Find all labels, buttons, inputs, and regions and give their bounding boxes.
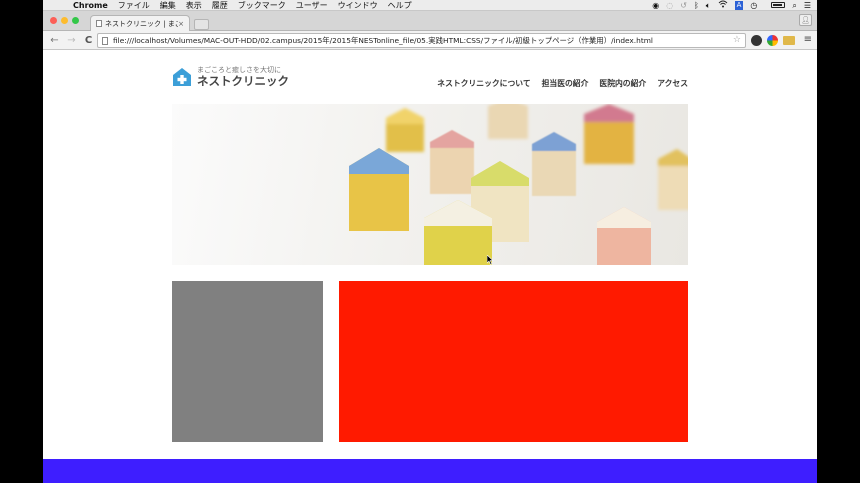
page-info-icon[interactable]: [102, 36, 108, 45]
record-icon[interactable]: ◉: [652, 0, 659, 11]
browser-toolbar: ← → C file:///localhost/Volumes/MAC-OUT-…: [43, 31, 817, 50]
time-machine-icon[interactable]: ↺: [680, 0, 687, 11]
clock-icon[interactable]: ◷: [750, 0, 757, 11]
search-icon[interactable]: ⌕: [792, 0, 796, 11]
nav-access[interactable]: アクセス: [657, 78, 688, 89]
zoom-window-button[interactable]: [72, 17, 79, 24]
nav-doctors[interactable]: 担当医の紹介: [542, 78, 589, 89]
bookmark-star-icon[interactable]: ☆: [733, 35, 741, 45]
volume-icon[interactable]: 🔈︎: [706, 0, 711, 11]
input-source-icon[interactable]: A: [734, 1, 744, 10]
status-area: ◉ ◌ ↺ ᛒ 🔈︎ A ◷ ⌕ ☰: [645, 0, 811, 11]
main-placeholder-box: [339, 281, 688, 442]
reload-button[interactable]: C: [81, 35, 96, 46]
tab-title: ネストクリニック | まごこ: [105, 19, 178, 28]
tab-close-icon[interactable]: ×: [178, 20, 184, 28]
footer-bar: [43, 459, 817, 483]
nav-facility[interactable]: 医院内の紹介: [599, 78, 646, 89]
chrome-menu-icon[interactable]: ≡: [804, 34, 812, 45]
nav-about[interactable]: ネストクリニックについて: [437, 78, 530, 89]
sync-icon[interactable]: ◌: [666, 0, 673, 11]
menu-help[interactable]: ヘルプ: [388, 0, 412, 11]
menu-bookmarks[interactable]: ブックマーク: [238, 0, 286, 11]
page-icon: [96, 20, 102, 27]
close-window-button[interactable]: [50, 17, 57, 24]
extension-icon-2[interactable]: [767, 35, 778, 46]
tab-active[interactable]: ネストクリニック | まごこ ×: [90, 15, 190, 31]
minimize-window-button[interactable]: [61, 17, 68, 24]
tab-strip: ネストクリニック | まごこ × 👤︎: [43, 11, 817, 31]
battery-icon[interactable]: [764, 0, 786, 11]
address-bar[interactable]: file:///localhost/Volumes/MAC-OUT-HDD/02…: [97, 33, 746, 48]
site-logo[interactable]: まごころと癒しさを大切に ネストクリニック: [172, 66, 289, 88]
extension-icon-1[interactable]: [751, 35, 762, 46]
right-letterbox: [817, 0, 860, 483]
left-letterbox: [0, 0, 43, 483]
sidebar-placeholder-box: [172, 281, 323, 442]
back-button[interactable]: ←: [47, 35, 62, 46]
new-tab-button[interactable]: [194, 19, 209, 30]
house-cross-icon: [172, 67, 192, 87]
app-menu[interactable]: Chrome: [73, 0, 108, 11]
forward-button[interactable]: →: [64, 35, 79, 46]
hero-image: [172, 104, 688, 265]
menu-window[interactable]: ウインドウ: [338, 0, 378, 11]
extension-icon-3[interactable]: [783, 36, 795, 45]
menu-history[interactable]: 履歴: [212, 0, 228, 11]
os-menu-bar: Chrome ファイル 編集 表示 履歴 ブックマーク ユーザー ウインドウ ヘ…: [43, 0, 817, 11]
web-page: まごころと癒しさを大切に ネストクリニック ネストクリニックについて 担当医の紹…: [43, 51, 817, 483]
menu-edit[interactable]: 編集: [160, 0, 176, 11]
profile-icon[interactable]: 👤︎: [799, 14, 812, 26]
notification-center-icon[interactable]: ☰: [804, 0, 811, 11]
menu-view[interactable]: 表示: [186, 0, 202, 11]
menu-file[interactable]: ファイル: [118, 0, 150, 11]
bluetooth-icon[interactable]: ᛒ: [694, 0, 699, 11]
menu-users[interactable]: ユーザー: [296, 0, 328, 11]
site-name: ネストクリニック: [197, 74, 289, 88]
url-text: file:///localhost/Volumes/MAC-OUT-HDD/02…: [113, 36, 653, 45]
wooden-houses-illustration: [349, 104, 688, 265]
screen: Chrome ファイル 編集 表示 履歴 ブックマーク ユーザー ウインドウ ヘ…: [43, 0, 817, 483]
wifi-icon[interactable]: [718, 0, 728, 11]
window-controls: [50, 17, 83, 24]
global-nav: ネストクリニックについて 担当医の紹介 医院内の紹介 アクセス: [426, 78, 688, 89]
